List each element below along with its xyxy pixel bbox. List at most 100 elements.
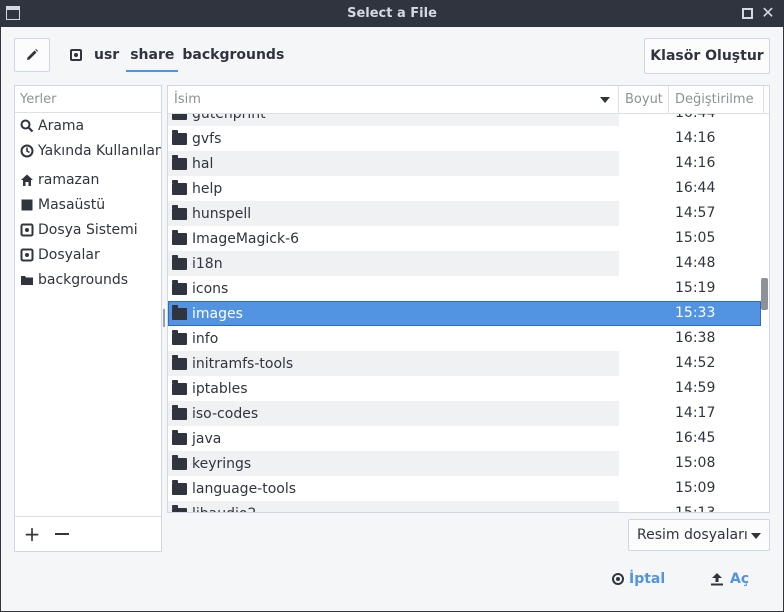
file-name-cell: hunspell <box>168 201 619 226</box>
sidebar-item-filesystem[interactable]: Dosya Sistemi <box>15 217 161 242</box>
file-modified: 14:57 <box>675 205 716 221</box>
create-folder-button[interactable]: Klasör Oluştur <box>644 38 770 74</box>
desktop-icon <box>21 199 33 210</box>
scrollbar-thumb[interactable] <box>761 278 768 310</box>
file-size-cell <box>619 276 669 301</box>
sidebar-item-search[interactable]: Arama <box>15 113 161 138</box>
drive-icon <box>70 49 82 61</box>
maximize-icon <box>742 8 753 19</box>
file-modified: 14:48 <box>675 255 716 271</box>
path-crumb-share[interactable]: share <box>126 38 179 72</box>
column-header-label: Boyut <box>625 92 663 107</box>
file-modified: 15:08 <box>675 455 716 471</box>
sidebar-item-desktop[interactable]: Masaüstü <box>15 192 161 217</box>
path-crumb-usr[interactable]: usr <box>66 38 123 72</box>
file-row[interactable]: libaudio2 15:13 <box>168 501 761 513</box>
file-name: icons <box>192 280 229 297</box>
file-size-cell <box>619 126 669 151</box>
file-modified: 15:19 <box>675 280 716 296</box>
path-crumb-backgrounds[interactable]: backgrounds <box>178 38 288 72</box>
file-row[interactable]: keyrings 15:08 <box>168 451 761 476</box>
file-row[interactable]: info 16:38 <box>168 326 761 351</box>
file-size-cell <box>619 401 669 426</box>
folder-icon <box>172 480 187 495</box>
path-crumb-label: share <box>130 47 175 63</box>
sidebar-item-files[interactable]: Dosyalar <box>15 242 161 267</box>
folder-icon <box>172 330 187 345</box>
sidebar-item-label: backgrounds <box>38 271 129 288</box>
folder-icon <box>172 305 187 320</box>
search-icon <box>20 119 34 132</box>
file-row[interactable]: help 16:44 <box>168 176 761 201</box>
close-icon: ✕ <box>761 3 775 22</box>
column-header-name[interactable]: İsim <box>168 86 619 114</box>
file-row[interactable]: hal 14:16 <box>168 151 761 176</box>
file-size-cell <box>619 251 669 276</box>
file-type-filter[interactable]: Resim dosyaları <box>628 519 770 551</box>
file-name: initramfs-tools <box>192 355 294 372</box>
file-modified: 15:33 <box>675 305 716 321</box>
remove-bookmark-button[interactable] <box>51 523 73 545</box>
add-bookmark-button[interactable]: + <box>21 523 43 545</box>
cancel-button[interactable]: İptal <box>612 566 665 592</box>
file-modified: 14:59 <box>675 380 716 396</box>
title-bar: Select a File ✕ <box>0 0 784 27</box>
sidebar-item-home[interactable]: ramazan <box>15 167 161 192</box>
column-header-modified[interactable]: Değiştirilme <box>669 86 764 114</box>
file-name-cell: iso-codes <box>168 401 619 426</box>
file-size-cell <box>619 176 669 201</box>
file-name-cell: info <box>168 326 619 351</box>
file-name: language-tools <box>192 480 297 497</box>
file-size-cell <box>619 326 669 351</box>
file-row[interactable]: iptables 14:59 <box>168 376 761 401</box>
file-name-cell: icons <box>168 276 619 301</box>
folder-icon <box>172 255 187 270</box>
sidebar-item-backgrounds[interactable]: backgrounds <box>15 267 161 292</box>
path-crumb-label: backgrounds <box>182 47 285 63</box>
folder-icon <box>172 130 187 145</box>
edit-location-button[interactable] <box>14 38 50 72</box>
file-row[interactable]: ImageMagick-6 15:05 <box>168 226 761 251</box>
file-name-cell: help <box>168 176 619 201</box>
file-name-cell: keyrings <box>168 451 619 476</box>
file-row[interactable]: i18n 14:48 <box>168 251 761 276</box>
drive-icon <box>20 248 34 261</box>
file-size-cell <box>619 226 669 251</box>
folder-icon <box>172 505 187 512</box>
home-icon <box>21 174 33 186</box>
file-row[interactable]: java 16:45 <box>168 426 761 451</box>
column-header-label: Değiştirilme <box>675 92 754 107</box>
file-modified: 15:09 <box>675 480 716 496</box>
sidebar-item-label: Arama <box>38 117 85 134</box>
file-name: libaudio2 <box>192 506 256 513</box>
file-list: İsim Boyut Değiştirilme gutenprint16:44g… <box>167 85 770 513</box>
file-row[interactable]: iso-codes 14:17 <box>168 401 761 426</box>
folder-icon <box>172 230 187 245</box>
close-button[interactable]: ✕ <box>760 5 776 21</box>
folder-icon <box>172 205 187 220</box>
file-row[interactable]: initramfs-tools 14:52 <box>168 351 761 376</box>
file-size-cell <box>619 301 669 326</box>
column-header-label: İsim <box>174 92 201 107</box>
file-row[interactable]: images 15:33 <box>168 301 761 326</box>
file-size-cell <box>619 426 669 451</box>
maximize-button[interactable] <box>739 5 755 21</box>
file-name-cell: initramfs-tools <box>168 351 619 376</box>
folder-icon <box>172 355 187 370</box>
file-row[interactable]: language-tools 15:09 <box>168 476 761 501</box>
upload-icon <box>711 573 723 586</box>
path-crumb-label: usr <box>94 47 120 63</box>
open-button[interactable]: Aç <box>710 566 749 592</box>
folder-icon <box>21 275 33 285</box>
column-header-size[interactable]: Boyut <box>619 86 669 114</box>
file-size-cell <box>619 201 669 226</box>
file-size-cell <box>619 151 669 176</box>
pane-resize-handle[interactable] <box>163 309 165 327</box>
sidebar-item-recent[interactable]: Yakında Kullanılan <box>15 138 161 163</box>
file-row[interactable]: gvfs 14:16 <box>168 126 761 151</box>
file-name-cell: images <box>168 301 619 326</box>
places-header: Yerler <box>15 86 161 113</box>
file-row[interactable]: icons 15:19 <box>168 276 761 301</box>
drive-icon <box>20 223 34 236</box>
file-row[interactable]: hunspell 14:57 <box>168 201 761 226</box>
